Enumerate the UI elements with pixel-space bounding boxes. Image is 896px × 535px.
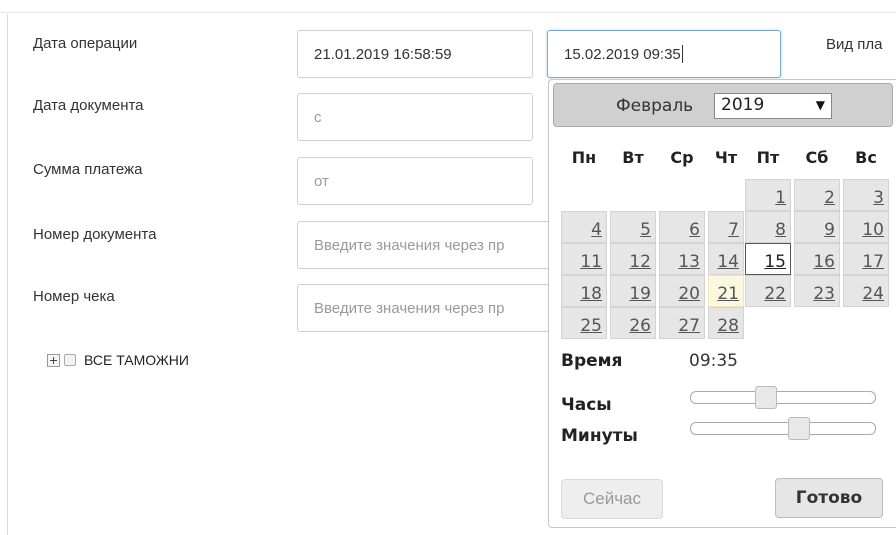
receipt-number-input[interactable]: Введите значения через пр: [297, 284, 551, 332]
calendar-day[interactable]: 21: [708, 275, 744, 307]
calendar-day[interactable]: 18: [561, 275, 607, 307]
operation-date-label: Дата операции: [33, 35, 138, 52]
minutes-label: Минуты: [561, 426, 638, 446]
operation-date-to-input[interactable]: 15.02.2019 09:35: [547, 30, 781, 78]
calendar-day[interactable]: 9: [794, 211, 840, 243]
operation-date-to-value: 15.02.2019 09:35: [564, 45, 681, 63]
calendar-day[interactable]: 7: [708, 211, 744, 243]
datepicker-year-select[interactable]: 2019 ▼: [714, 93, 832, 119]
calendar-day[interactable]: 5: [610, 211, 656, 243]
receipt-number-label: Номер чека: [33, 288, 115, 305]
weekday-header: Чт: [714, 148, 738, 167]
customs-tree-node: ВСЕ ТАМОЖНИ: [47, 352, 189, 368]
now-button[interactable]: Сейчас: [561, 479, 663, 519]
datepicker-year-value: 2019: [721, 95, 765, 115]
calendar-day[interactable]: 19: [610, 275, 656, 307]
calendar-day[interactable]: 20: [659, 275, 705, 307]
datepicker-month: Февраль: [616, 96, 694, 116]
text-caret: [681, 45, 683, 63]
time-value: 09:35: [689, 351, 738, 371]
calendar-day[interactable]: 17: [843, 243, 889, 275]
datepicker-header: Февраль 2019 ▼: [553, 83, 893, 127]
calendar-day[interactable]: 15: [745, 243, 791, 275]
calendar-day[interactable]: 28: [708, 307, 744, 339]
document-number-input[interactable]: Введите значения через пр: [297, 221, 551, 269]
calendar-day[interactable]: 8: [745, 211, 791, 243]
calendar-day[interactable]: 10: [843, 211, 889, 243]
calendar-day[interactable]: 12: [610, 243, 656, 275]
document-number-label: Номер документа: [33, 226, 157, 243]
datepicker-popup: Февраль 2019 ▼ Пн Вт Ср Чт Пт Сб Вс 1 2 3 4 5 6 7 8 9 10…: [548, 79, 896, 528]
hours-slider-handle[interactable]: [755, 386, 777, 409]
dropdown-arrow-icon: ▼: [815, 98, 825, 112]
document-date-label: Дата документа: [33, 97, 144, 114]
calendar-day[interactable]: 24: [843, 275, 889, 307]
calendar-day[interactable]: 14: [708, 243, 744, 275]
payment-type-label: Вид пла: [826, 36, 883, 53]
calendar-day[interactable]: 13: [659, 243, 705, 275]
calendar-day[interactable]: 26: [610, 307, 656, 339]
weekday-header: Ср: [670, 148, 694, 167]
payment-sum-input[interactable]: от: [297, 157, 533, 205]
calendar-day[interactable]: 6: [659, 211, 705, 243]
time-label: Время: [561, 351, 623, 371]
weekday-header: Сб: [805, 148, 829, 167]
weekday-header: Пт: [756, 148, 780, 167]
hours-slider[interactable]: [690, 386, 876, 409]
calendar-day[interactable]: 4: [561, 211, 607, 243]
minutes-slider[interactable]: [690, 417, 876, 440]
weekday-header: Вт: [622, 148, 644, 167]
weekday-header: Вс: [855, 148, 877, 167]
left-border: [7, 14, 8, 535]
minutes-slider-handle[interactable]: [788, 417, 810, 440]
calendar-day[interactable]: 27: [659, 307, 705, 339]
all-customs-label: ВСЕ ТАМОЖНИ: [84, 352, 189, 368]
document-date-input[interactable]: с: [297, 93, 533, 141]
payment-sum-label: Сумма платежа: [33, 161, 143, 178]
calendar-day[interactable]: 25: [561, 307, 607, 339]
expand-plus-icon[interactable]: [47, 353, 60, 367]
hours-label: Часы: [561, 395, 612, 415]
calendar-day[interactable]: 11: [561, 243, 607, 275]
top-divider: [0, 0, 896, 14]
weekday-header: Пн: [571, 148, 597, 167]
calendar-day[interactable]: 16: [794, 243, 840, 275]
calendar-day[interactable]: 1: [745, 179, 791, 211]
calendar-day[interactable]: 23: [794, 275, 840, 307]
operation-date-from-input[interactable]: 21.01.2019 16:58:59: [297, 30, 533, 78]
calendar-day[interactable]: 22: [745, 275, 791, 307]
done-button[interactable]: Готово: [775, 478, 883, 518]
calendar-day[interactable]: 2: [794, 179, 840, 211]
all-customs-checkbox[interactable]: [64, 354, 76, 366]
calendar-day[interactable]: 3: [843, 179, 889, 211]
